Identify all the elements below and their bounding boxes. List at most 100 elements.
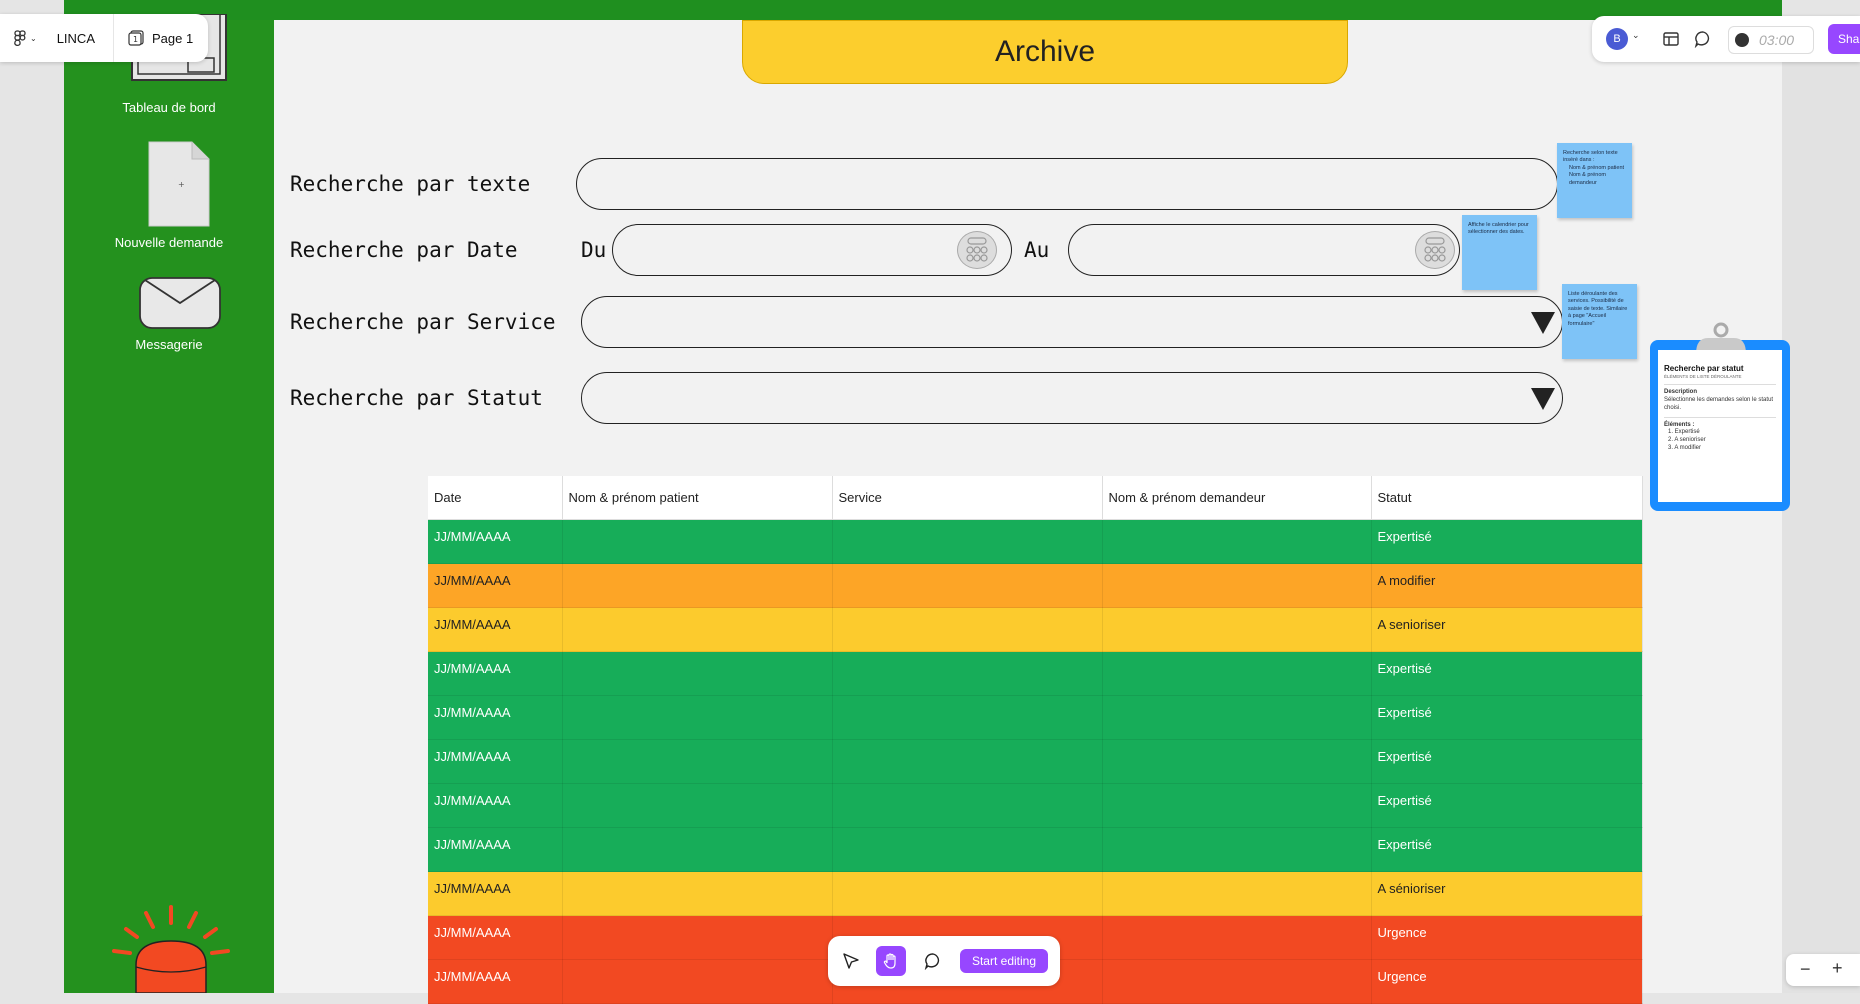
zoom-in-icon[interactable]: +: [1832, 958, 1843, 979]
avatar[interactable]: B: [1606, 28, 1628, 50]
column-header-requester[interactable]: Nom & prénom demandeur: [1102, 476, 1372, 520]
cell-service: [832, 651, 1103, 696]
sidebar-item-new-request[interactable]: Nouvelle demande: [64, 235, 274, 250]
cell-requester: [1102, 827, 1372, 872]
cell-requester: [1102, 959, 1372, 1004]
table-row[interactable]: JJ/MM/AAAA Expertisé: [428, 651, 1643, 696]
column-header-date[interactable]: Date: [428, 476, 563, 520]
cell-service: [832, 695, 1103, 740]
sticky-note-text-search[interactable]: Recherche selon texte inséré dans : Nom …: [1557, 143, 1632, 218]
calendar-icon[interactable]: [957, 231, 997, 269]
cell-date: JJ/MM/AAAA: [428, 915, 563, 960]
date-from-input[interactable]: [612, 224, 1012, 276]
search-service-label: Recherche par Service: [290, 310, 556, 334]
figma-menu-icon[interactable]: ⌄: [14, 30, 37, 46]
comment-tool-icon[interactable]: [924, 952, 942, 970]
sidebar-item-dashboard[interactable]: Tableau de bord: [64, 100, 274, 115]
cell-date: JJ/MM/AAAA: [428, 739, 563, 784]
chevron-down-icon[interactable]: ⌄: [1632, 30, 1640, 41]
cell-requester: [1102, 519, 1372, 564]
cell-patient: [562, 915, 833, 960]
column-header-patient[interactable]: Nom & prénom patient: [562, 476, 833, 520]
top-right-bar: B ⌄ 03:00 Share: [1592, 16, 1860, 62]
note-text: Liste déroulante des services. Possibili…: [1568, 291, 1628, 327]
page-title: Archive: [742, 20, 1348, 84]
search-status-label: Recherche par Statut: [290, 386, 543, 410]
comment-icon[interactable]: [1694, 30, 1712, 48]
date-from-label: Du: [581, 238, 607, 262]
cell-service: [832, 607, 1103, 652]
frame-top-border: [64, 0, 1782, 20]
cell-patient: [562, 827, 833, 872]
cell-status: Expertisé: [1371, 739, 1643, 784]
note-text: Affiche le calendrier pour sélectionner …: [1468, 222, 1529, 236]
cell-status: Urgence: [1371, 959, 1643, 1004]
table-row[interactable]: JJ/MM/AAAA Expertisé: [428, 695, 1643, 740]
cell-requester: [1102, 651, 1372, 696]
cell-requester: [1102, 871, 1372, 916]
clipboard-annotation[interactable]: Recherche par statut ÉLÉMENTS DE LISTE D…: [1650, 322, 1790, 511]
cell-status: Expertisé: [1371, 695, 1643, 740]
sticky-note-service-search[interactable]: Liste déroulante des services. Possibili…: [1562, 284, 1637, 359]
date-to-label: Au: [1024, 238, 1050, 262]
table-header-row: Date Nom & prénom patient Service Nom & …: [428, 476, 1643, 520]
cell-date: JJ/MM/AAAA: [428, 871, 563, 916]
cell-date: JJ/MM/AAAA: [428, 783, 563, 828]
move-tool-icon[interactable]: [842, 952, 860, 970]
cell-service: [832, 871, 1103, 916]
dropdown-arrow-icon[interactable]: [1530, 387, 1556, 411]
table-body: JJ/MM/AAAA Expertisé JJ/MM/AAAA A modifier J…: [428, 519, 1643, 1004]
clipboard-description-heading: Description: [1664, 389, 1698, 396]
date-to-input[interactable]: [1068, 224, 1460, 276]
cell-patient: [562, 519, 833, 564]
new-request-icon[interactable]: +: [148, 141, 210, 227]
cell-date: JJ/MM/AAAA: [428, 519, 563, 564]
file-name[interactable]: LINCA: [57, 31, 95, 46]
cell-status: A senioriser: [1371, 607, 1643, 652]
column-header-status[interactable]: Statut: [1371, 476, 1643, 520]
table-row[interactable]: JJ/MM/AAAA Expertisé: [428, 739, 1643, 784]
sticky-note-date-search[interactable]: Affiche le calendrier pour sélectionner …: [1462, 215, 1537, 290]
share-button[interactable]: Share: [1828, 24, 1860, 54]
cell-requester: [1102, 607, 1372, 652]
table-row[interactable]: JJ/MM/AAAA A senioriser: [428, 607, 1643, 652]
cell-status: Expertisé: [1371, 519, 1643, 564]
cell-requester: [1102, 739, 1372, 784]
page-name[interactable]: Page 1: [152, 31, 193, 46]
table-row[interactable]: JJ/MM/AAAA Expertisé: [428, 827, 1643, 872]
cell-service: [832, 827, 1103, 872]
cell-date: JJ/MM/AAAA: [428, 827, 563, 872]
clipboard-element: 2. A senioriser: [1668, 437, 1706, 444]
sidebar-item-messages[interactable]: Messagerie: [64, 337, 274, 352]
mail-icon[interactable]: [139, 277, 221, 329]
hand-tool-button[interactable]: [876, 946, 906, 976]
zoom-out-icon[interactable]: −: [1800, 959, 1811, 980]
table-row[interactable]: JJ/MM/AAAA A sénioriser: [428, 871, 1643, 916]
cell-patient: [562, 695, 833, 740]
archive-table: Date Nom & prénom patient Service Nom & …: [428, 476, 1643, 1004]
clipboard-subtitle: ÉLÉMENTS DE LISTE DÉROULANTE: [1664, 374, 1776, 386]
cell-status: Expertisé: [1371, 783, 1643, 828]
cell-requester: [1102, 695, 1372, 740]
cell-date: JJ/MM/AAAA: [428, 695, 563, 740]
layout-icon[interactable]: [1662, 30, 1680, 48]
cell-service: [832, 739, 1103, 784]
table-row[interactable]: JJ/MM/AAAA A modifier: [428, 563, 1643, 608]
page-icon: 1: [128, 30, 144, 46]
timer-icon: [1735, 33, 1749, 47]
search-text-input[interactable]: [576, 158, 1558, 210]
timer-value: 03:00: [1759, 32, 1795, 48]
zoom-controls: − +: [1786, 954, 1860, 986]
status-select[interactable]: [581, 372, 1563, 424]
table-row[interactable]: JJ/MM/AAAA Expertisé: [428, 519, 1643, 564]
start-editing-button[interactable]: Start editing: [960, 949, 1048, 973]
dropdown-arrow-icon[interactable]: [1530, 311, 1556, 335]
svg-text:+: +: [178, 180, 185, 189]
timer-widget[interactable]: 03:00: [1728, 26, 1814, 54]
service-select[interactable]: [581, 296, 1563, 348]
clipboard-description: Sélectionne les demandes selon le statut…: [1664, 397, 1776, 418]
calendar-icon[interactable]: [1415, 231, 1455, 269]
canvas-background-right: [1782, 20, 1860, 993]
table-row[interactable]: JJ/MM/AAAA Expertisé: [428, 783, 1643, 828]
column-header-service[interactable]: Service: [832, 476, 1103, 520]
